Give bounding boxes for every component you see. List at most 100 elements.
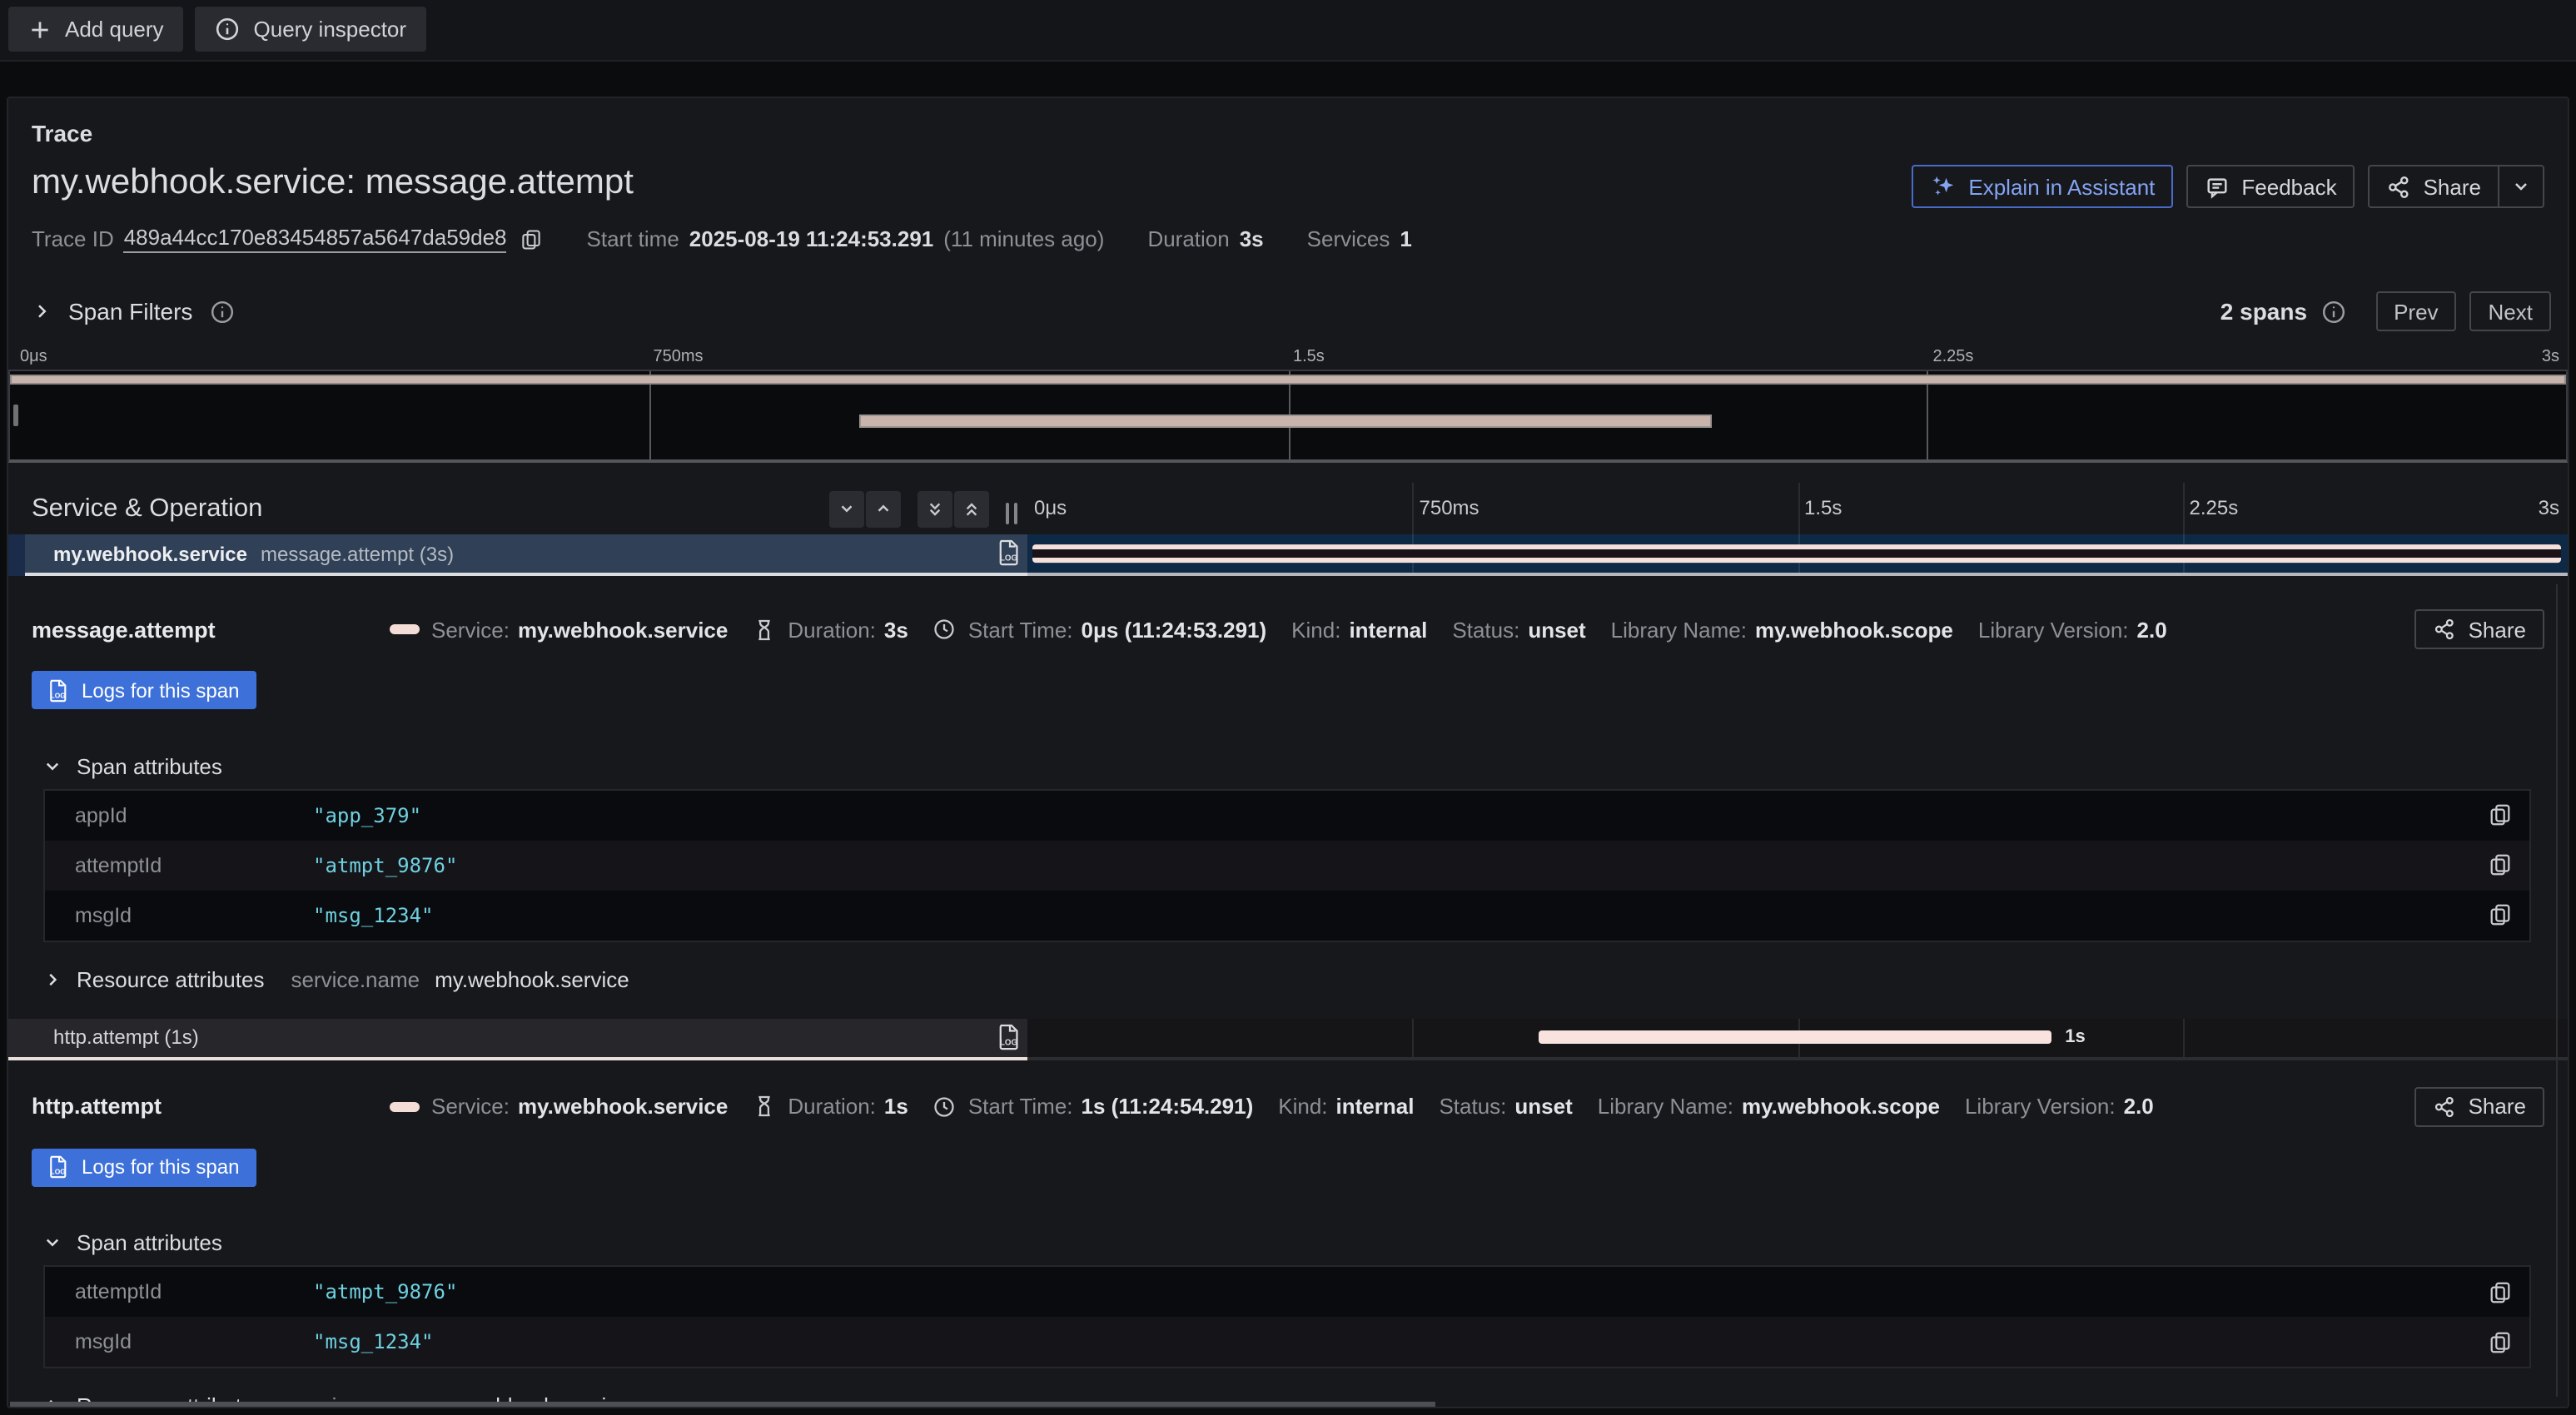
trace-title: my.webhook.service: message.attempt (32, 161, 634, 205)
chevron-down-icon (838, 499, 856, 518)
start-time-label: Start time (587, 226, 679, 251)
share-button[interactable]: Share (2369, 165, 2499, 208)
share-label: Share (2469, 1094, 2526, 1119)
copy-attribute-button[interactable] (2488, 852, 2513, 877)
span-row-name-cell[interactable]: http.attempt (1s) LOG (8, 1018, 1027, 1060)
explain-in-assistant-button[interactable]: Explain in Assistant (1912, 165, 2173, 208)
double-chevron-down-icon (926, 499, 944, 519)
resource-attributes-toggle[interactable]: Resource attributes service.name my.webh… (43, 966, 2544, 991)
query-inspector-button[interactable]: Query inspector (196, 7, 427, 52)
horizontal-scrollbar-thumb[interactable] (10, 1402, 1435, 1407)
span-detail-name: message.attempt (32, 617, 390, 642)
trace-header: my.webhook.service: message.attempt Expl… (8, 146, 2568, 208)
feedback-label: Feedback (2241, 174, 2336, 199)
span-share-button[interactable]: Share (2415, 609, 2544, 649)
attribute-row: appId "app_379" (45, 790, 2529, 840)
add-query-label: Add query (65, 17, 164, 42)
log-file-icon[interactable]: LOG (997, 538, 1022, 568)
share-label: Share (2469, 617, 2526, 642)
span-row-message-attempt[interactable]: my.webhook.service message.attempt (3s) … (8, 534, 2568, 576)
feedback-button[interactable]: Feedback (2186, 165, 2355, 208)
timeline-ticks: 0μs 750ms 1.5s 2.25s 3s (1027, 483, 2568, 534)
prev-span-button[interactable]: Prev (2375, 291, 2456, 331)
span-attributes-label: Span attributes (77, 1230, 222, 1255)
expand-one-button[interactable] (866, 490, 901, 527)
span-filters-row: Span Filters 2 spans Prev Next (8, 290, 2568, 333)
library-name-value: my.webhook.scope (1742, 1094, 1940, 1119)
service-operation-label: Service & Operation (32, 494, 262, 524)
attribute-key: attemptId (75, 853, 313, 876)
add-query-button[interactable]: Add query (8, 7, 184, 52)
attribute-value: "app_379" (313, 803, 421, 827)
logs-for-span-button[interactable]: LOG Logs for this span (32, 671, 256, 709)
attribute-row: msgId "msg_1234" (45, 890, 2529, 940)
logs-for-span-button[interactable]: LOG Logs for this span (32, 1148, 256, 1186)
chevron-down-icon (43, 1234, 62, 1252)
span-row-timeline-cell[interactable] (1027, 534, 2568, 576)
attribute-value: "msg_1234" (313, 1330, 434, 1353)
resource-key: service.name (291, 966, 420, 991)
log-file-icon: LOG (48, 1154, 70, 1180)
trace-view-page: Add query Query inspector Trace my.webho… (0, 0, 2576, 1415)
timeline-gridline (1413, 1018, 1415, 1056)
span-share-button[interactable]: Share (2415, 1086, 2544, 1126)
span-operation-name: http.attempt (1s) (53, 1025, 199, 1049)
span-attributes-toggle[interactable]: Span attributes (43, 753, 2544, 778)
copy-attribute-button[interactable] (2488, 1329, 2513, 1354)
service-label: Service: (431, 617, 510, 642)
minimap-canvas[interactable] (8, 370, 2568, 463)
vertical-scrollbar-track[interactable] (2556, 584, 2558, 1397)
span-attributes-label: Span attributes (77, 753, 222, 778)
duration-label: Duration: (788, 1094, 876, 1119)
trace-id-label: Trace ID (32, 226, 114, 251)
minimap-drag-handle[interactable] (13, 405, 18, 426)
span-operation-name: message.attempt (3s) (261, 542, 454, 565)
start-time-label: Start Time: (968, 1094, 1073, 1119)
span-detail-message-attempt: message.attempt Service: my.webhook.serv… (8, 609, 2568, 991)
library-version-value: 2.0 (2137, 617, 2167, 642)
info-circle-icon (209, 299, 234, 324)
collapse-one-button[interactable] (829, 490, 864, 527)
query-toolbar: Add query Query inspector (0, 0, 2576, 62)
share-menu-button[interactable] (2499, 165, 2544, 208)
chevron-up-icon (874, 499, 893, 518)
timeline-gridline (2183, 483, 2185, 534)
chevron-right-icon (32, 301, 52, 321)
info-circle-icon (216, 17, 241, 42)
collapse-controls (829, 490, 989, 527)
minimap-tick: 2.25s (1933, 348, 1974, 366)
timeline-gridline (1798, 483, 1799, 534)
copy-attribute-button[interactable] (2488, 802, 2513, 827)
resource-attributes-label: Resource attributes (77, 966, 264, 991)
expand-all-button[interactable] (954, 490, 989, 527)
collapse-all-button[interactable] (918, 490, 952, 527)
span-duration-bar[interactable] (1032, 544, 2561, 562)
span-filters-toggle[interactable]: Span Filters (32, 298, 234, 325)
library-name-value: my.webhook.scope (1755, 617, 1953, 642)
minimap-tick: 3s (2542, 348, 2559, 366)
span-row-http-attempt[interactable]: http.attempt (1s) LOG 1s (8, 1018, 2568, 1060)
span-duration-label: 1s (2065, 1027, 2086, 1047)
span-row-name-cell[interactable]: my.webhook.service message.attempt (3s) … (8, 534, 1027, 576)
copy-attribute-button[interactable] (2488, 902, 2513, 927)
kind-value: internal (1336, 1094, 1415, 1119)
column-resize-handle[interactable] (1006, 503, 1017, 524)
copy-attribute-button[interactable] (2488, 1279, 2513, 1304)
log-file-icon[interactable]: LOG (997, 1021, 1022, 1051)
timeline-tick: 750ms (1420, 496, 1479, 519)
start-time-value: 0μs (11:24:53.291) (1082, 617, 1267, 642)
span-nav: 2 spans Prev Next (2220, 291, 2551, 331)
service-color-swatch (390, 624, 420, 634)
copy-trace-id-button[interactable] (520, 227, 544, 251)
span-duration-bar[interactable] (1539, 1030, 2051, 1044)
span-attributes-toggle[interactable]: Span attributes (43, 1230, 2544, 1255)
next-span-button[interactable]: Next (2470, 291, 2551, 331)
trace-id-value[interactable]: 489a44cc170e83454857a5647da59de8 (124, 225, 507, 253)
library-name-label: Library Name: (1611, 617, 1747, 642)
attribute-key: msgId (75, 903, 313, 926)
share-icon (2434, 618, 2457, 641)
resource-value: my.webhook.service (435, 966, 629, 991)
service-operation-header: Service & Operation (8, 483, 1027, 534)
span-row-timeline-cell[interactable]: 1s (1027, 1018, 2568, 1060)
minimap-tick: 1.5s (1293, 348, 1325, 366)
